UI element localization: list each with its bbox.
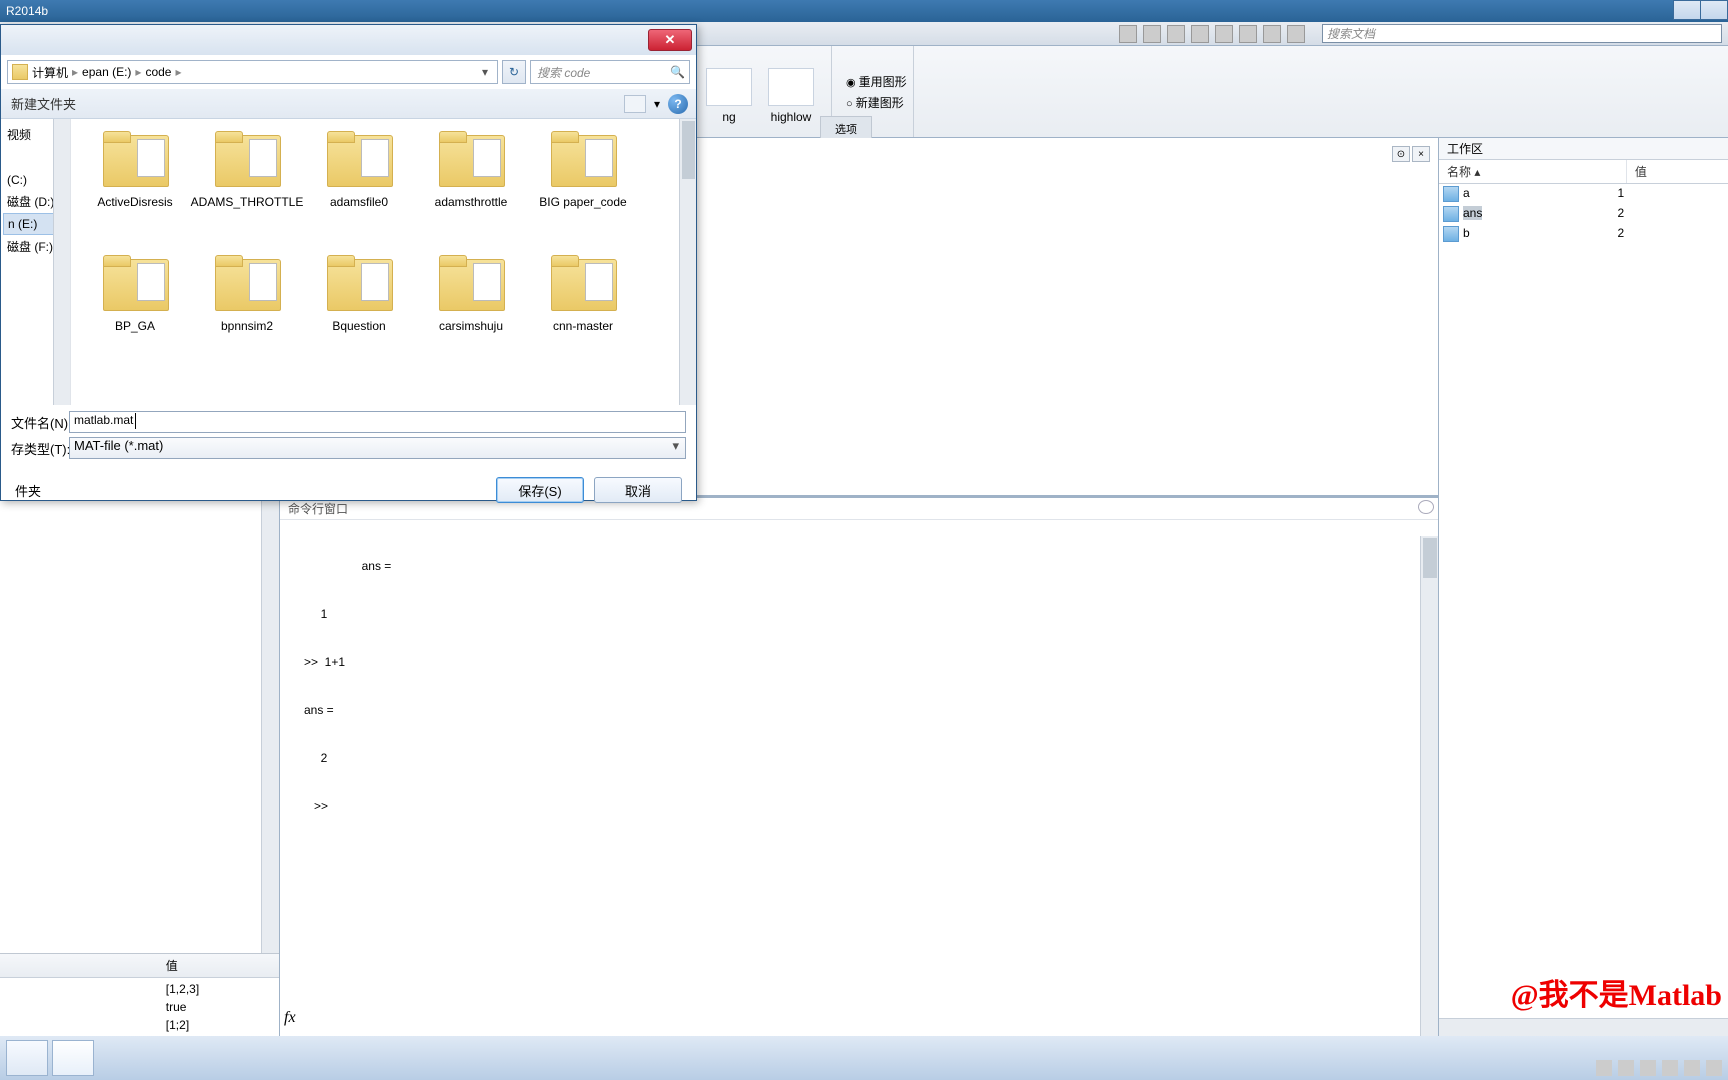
folder-item[interactable]: carsimshuju: [415, 251, 527, 375]
qa-icon-8[interactable]: [1287, 25, 1305, 43]
filetype-select[interactable]: MAT-file (*.mat): [69, 437, 686, 459]
command-window[interactable]: ans = 1 >> 1+1 ans = 2 >> fx: [280, 520, 1438, 1036]
radio-reuse[interactable]: ◉ 重用图形: [846, 73, 907, 90]
workspace-var-row[interactable]: a1: [1439, 184, 1728, 204]
refresh-icon[interactable]: ↻: [502, 60, 526, 84]
save-button[interactable]: 保存(S): [496, 477, 584, 503]
workspace-col-value[interactable]: 值: [1627, 160, 1655, 183]
taskbar-explorer[interactable]: [6, 1040, 48, 1076]
watermark: @我不是Matlab: [1511, 970, 1722, 1014]
qa-icon-3[interactable]: [1167, 25, 1185, 43]
qa-icon-7[interactable]: [1263, 25, 1281, 43]
ribbon-plot-highlow[interactable]: highlow: [763, 50, 819, 128]
folder-item[interactable]: Bquestion: [303, 251, 415, 375]
qa-icon-5[interactable]: [1215, 25, 1233, 43]
editor-close-icon[interactable]: ×: [1412, 146, 1430, 162]
folder-item[interactable]: BIG paper_code: [527, 127, 639, 251]
dialog-toolbar: 新建文件夹 ▾ ?: [1, 89, 696, 119]
search-icon: 🔍: [670, 65, 685, 79]
taskbar[interactable]: [0, 1036, 1728, 1080]
folder-item[interactable]: adamsfile0: [303, 127, 415, 251]
tray-icon[interactable]: [1640, 1060, 1656, 1076]
search-docs[interactable]: 搜索文档: [1322, 24, 1722, 43]
workspace-rows[interactable]: a1ans2b2: [1439, 184, 1728, 244]
folder-item[interactable]: bpnnsim2: [191, 251, 303, 375]
details-body: [1,2,3]true[1;2]: [0, 978, 279, 1036]
workspace-title: 工作区: [1439, 138, 1728, 160]
dialog-close-icon[interactable]: ✕: [648, 29, 692, 51]
dialog-file-grid[interactable]: ActiveDisresisADAMS_THROTTLEadamsfile0ad…: [71, 119, 696, 405]
folder-icon: [12, 64, 28, 80]
filename-label: 文件名(N):: [11, 413, 69, 432]
detail-row: [1;2]: [8, 1016, 271, 1034]
var-icon: [1443, 226, 1459, 242]
details-header: 值: [0, 954, 279, 978]
save-dialog: ✕ 计算机▸epan (E:)▸code▸▾ ↻ 搜索 code 🔍 新建文件夹…: [0, 24, 697, 501]
breadcrumb[interactable]: 计算机▸epan (E:)▸code▸▾: [7, 60, 498, 84]
tray-volume-icon[interactable]: [1706, 1060, 1722, 1076]
workspace-panel: 工作区 名称 ▴ 值 a1ans2b2: [1438, 138, 1728, 1036]
tray-icon[interactable]: [1596, 1060, 1612, 1076]
folder-item[interactable]: cnn-master: [527, 251, 639, 375]
tray-icon[interactable]: [1684, 1060, 1700, 1076]
app-titlebar: R2014b: [0, 0, 1728, 22]
window-max[interactable]: [1700, 0, 1728, 20]
ribbon-plot-1[interactable]: ng: [701, 50, 757, 128]
folder-item[interactable]: adamsthrottle: [415, 127, 527, 251]
detail-row: true: [8, 998, 271, 1016]
workspace-col-name[interactable]: 名称 ▴: [1439, 160, 1627, 183]
var-icon: [1443, 206, 1459, 222]
editor-dock-icon[interactable]: ⊙: [1392, 146, 1410, 162]
command-scrollbar[interactable]: [1420, 536, 1438, 1036]
var-icon: [1443, 186, 1459, 202]
qa-icon-6[interactable]: [1239, 25, 1257, 43]
crumb-segment[interactable]: code: [145, 65, 171, 79]
folder-item[interactable]: ADAMS_THROTTLE: [191, 127, 303, 251]
workspace-scrollbar[interactable]: [1439, 1018, 1728, 1036]
radio-new[interactable]: ○ 新建图形: [846, 94, 907, 111]
details-value-col: 值: [166, 957, 178, 974]
filetype-label: 存类型(T):: [11, 439, 69, 458]
hide-folders-link[interactable]: 件夹: [15, 481, 41, 500]
dialog-tree[interactable]: 视频(C:)磁盘 (D:)n (E:)磁盘 (F:): [1, 119, 71, 405]
detail-row: [1,2,3]: [8, 980, 271, 998]
qa-icon-2[interactable]: [1143, 25, 1161, 43]
file-grid-scrollbar[interactable]: [679, 119, 696, 405]
tray-icon[interactable]: [1618, 1060, 1634, 1076]
workspace-header: 名称 ▴ 值: [1439, 160, 1728, 184]
fx-icon[interactable]: fx: [284, 1006, 296, 1030]
dialog-titlebar[interactable]: ✕: [1, 25, 696, 55]
dialog-search[interactable]: 搜索 code 🔍: [530, 60, 690, 84]
view-dropdown[interactable]: [624, 95, 646, 113]
tree-scrollbar[interactable]: [53, 119, 70, 405]
crumb-segment[interactable]: 计算机: [32, 64, 68, 81]
folder-item[interactable]: ActiveDisresis: [79, 127, 191, 251]
new-folder-button[interactable]: 新建文件夹: [11, 94, 76, 113]
cancel-button[interactable]: 取消: [594, 477, 682, 503]
folder-item[interactable]: BP_GA: [79, 251, 191, 375]
filename-input[interactable]: matlab.mat: [69, 411, 686, 433]
help-icon[interactable]: ?: [668, 94, 688, 114]
workspace-var-row[interactable]: b2: [1439, 224, 1728, 244]
window-min[interactable]: [1673, 0, 1701, 20]
command-dock-icon[interactable]: [1418, 500, 1434, 514]
taskbar-matlab[interactable]: [52, 1040, 94, 1076]
crumb-segment[interactable]: epan (E:): [82, 65, 131, 79]
tray-icon[interactable]: [1662, 1060, 1678, 1076]
workspace-var-row[interactable]: ans2: [1439, 204, 1728, 224]
qa-icon-1[interactable]: [1119, 25, 1137, 43]
qa-icon-4[interactable]: [1191, 25, 1209, 43]
app-title: R2014b: [6, 4, 48, 18]
